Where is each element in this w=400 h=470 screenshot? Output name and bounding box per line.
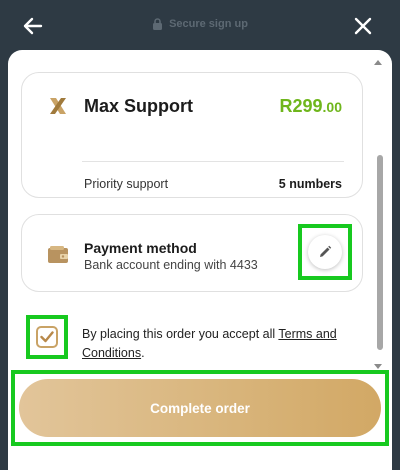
secure-label: Secure sign up <box>169 18 248 30</box>
payment-method-title: Payment method <box>84 240 197 256</box>
terms-prefix: By placing this order you accept all <box>82 327 279 341</box>
close-icon[interactable] <box>350 13 376 39</box>
order-sheet: Max Support R299.00 Priority support 5 n… <box>8 50 392 470</box>
plan-price-cents: .00 <box>322 99 342 115</box>
scroll-up-icon[interactable] <box>374 58 382 66</box>
checkmark-icon <box>36 326 58 348</box>
edit-payment-button[interactable] <box>298 224 352 280</box>
plan-price: R299.00 <box>280 96 343 117</box>
top-bar: Secure sign up <box>0 0 400 52</box>
lock-icon <box>153 18 163 30</box>
complete-order-button[interactable]: Complete order <box>19 379 381 437</box>
secure-sign-up: Secure sign up <box>152 18 248 30</box>
scrollbar-thumb[interactable] <box>377 155 383 350</box>
plan-name: Max Support <box>84 96 194 116</box>
back-arrow-icon[interactable] <box>20 13 46 39</box>
wallet-icon <box>48 246 68 263</box>
divider <box>82 161 344 162</box>
plan-feature: Priority support <box>84 177 169 191</box>
terms-checkbox[interactable] <box>26 315 68 359</box>
pencil-icon <box>308 235 342 269</box>
plan-numbers-count: 5 numbers <box>278 177 342 191</box>
terms-text: By placing this order you accept all Ter… <box>82 325 352 363</box>
terms-suffix: . <box>141 346 145 360</box>
plan-card: Max Support R299.00 Priority support 5 n… <box>21 72 363 198</box>
plan-price-main: R299 <box>279 96 323 116</box>
x-logo-icon <box>50 98 66 114</box>
complete-order-highlight: Complete order <box>11 370 389 446</box>
payment-method-detail: Bank account ending with 4433 <box>84 258 258 272</box>
